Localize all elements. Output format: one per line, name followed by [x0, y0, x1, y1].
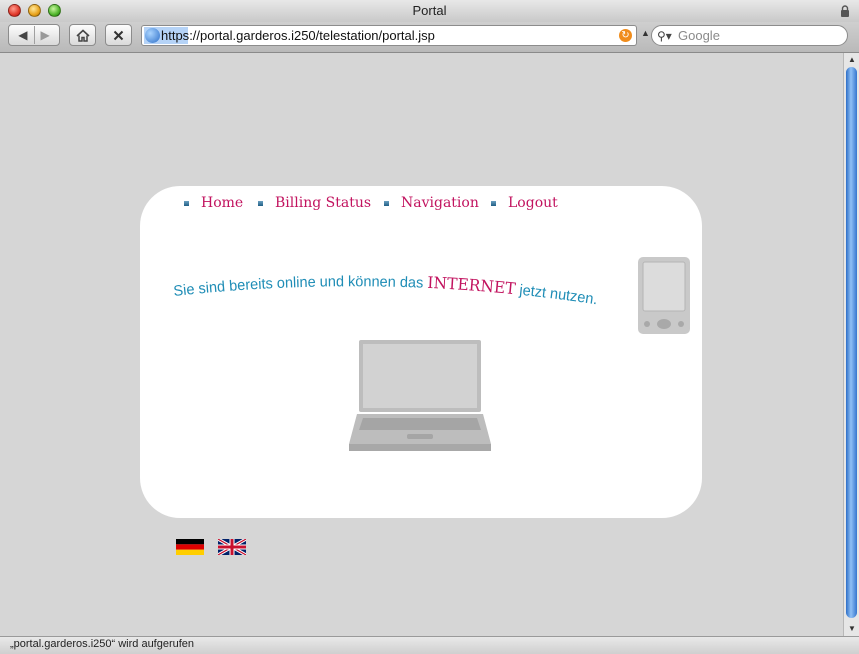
bullet-icon: [184, 200, 189, 206]
reload-icon[interactable]: ↻: [619, 29, 632, 42]
close-icon: [113, 30, 124, 40]
laptop-icon: [349, 340, 491, 451]
browser-toolbar: ◀ ▶ https://portal.garderos.i250/telesta…: [0, 22, 859, 53]
divider: [33, 26, 35, 44]
search-placeholder: Google: [678, 28, 720, 43]
uk-flag-icon[interactable]: [218, 539, 246, 555]
tagline-text: Sie sind bereits online und können das I…: [174, 273, 599, 308]
bullet-icon: [258, 200, 263, 206]
nav-item-home[interactable]: Home: [184, 195, 243, 211]
vertical-scrollbar[interactable]: ▲ ▼: [843, 53, 859, 636]
nav-item-navigation[interactable]: Navigation: [384, 195, 479, 211]
nav-item-label[interactable]: Logout: [508, 195, 558, 211]
url-path: ://portal.garderos.i250/telestation/port…: [189, 28, 435, 43]
scrollbar-thumb[interactable]: [846, 67, 857, 618]
lock-icon: [841, 5, 849, 17]
status-bar: „portal.garderos.i250“ wird aufgerufen: [0, 636, 859, 654]
globe-icon: [145, 28, 160, 43]
nav-item-label[interactable]: Navigation: [401, 195, 479, 211]
nav-item-logout[interactable]: Logout: [491, 195, 558, 211]
scroll-up-arrow-icon[interactable]: ▲: [844, 53, 859, 67]
back-arrow-icon[interactable]: ◀: [18, 28, 27, 42]
de-flag-icon[interactable]: [176, 539, 204, 555]
stop-button[interactable]: [105, 24, 132, 46]
window-title: Portal: [412, 3, 447, 18]
home-button[interactable]: [69, 24, 96, 46]
nav-item-billing-status[interactable]: Billing Status: [258, 195, 371, 211]
nav-item-label[interactable]: Billing Status: [275, 195, 371, 211]
caret-up-icon: ▲: [641, 28, 650, 38]
bullet-icon: [384, 200, 389, 206]
tagline-highlight: INTERNET: [427, 273, 517, 298]
forward-arrow-icon[interactable]: ▶: [41, 28, 50, 42]
address-bar[interactable]: https://portal.garderos.i250/telestation…: [141, 25, 637, 46]
search-icon[interactable]: ⚲▾: [657, 29, 672, 43]
back-forward-buttons[interactable]: ◀ ▶: [8, 24, 60, 46]
url-text[interactable]: https://portal.garderos.i250/telestation…: [161, 28, 435, 43]
tagline-after: jetzt nutzen.: [515, 281, 599, 308]
url-scheme: https: [161, 28, 190, 43]
home-icon: [75, 28, 90, 42]
search-field[interactable]: ⚲▾ Google: [651, 25, 848, 46]
scroll-down-arrow-icon[interactable]: ▼: [844, 622, 859, 636]
bullet-icon: [491, 200, 496, 206]
tagline-before: Sie sind bereits online und können das: [174, 273, 428, 300]
pda-icon: [638, 257, 690, 334]
online-status-message: Sie sind bereits online und können das I…: [174, 273, 599, 308]
nav-item-label[interactable]: Home: [201, 195, 243, 211]
window-titlebar: Portal: [0, 0, 859, 23]
status-text: „portal.garderos.i250“ wird aufgerufen: [10, 638, 195, 650]
